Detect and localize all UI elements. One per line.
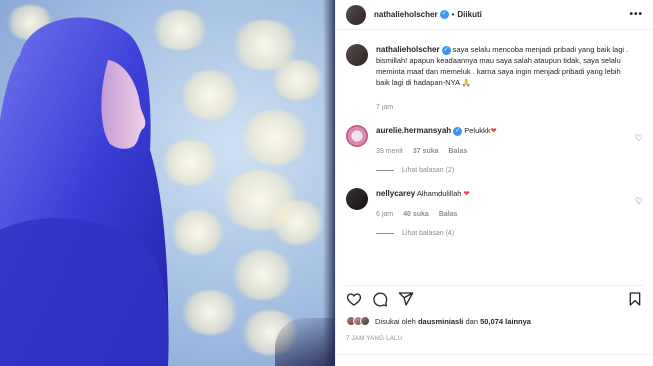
verified-badge-icon: ✓: [453, 126, 463, 136]
red-heart-emoji: ❤: [463, 189, 470, 198]
more-options-icon[interactable]: •••: [629, 9, 643, 20]
comment-meta: 39 menit 37 suka Balas: [376, 148, 621, 155]
post-header: nathalieholscher ✓ • Diikuti •••: [336, 0, 653, 30]
reply-button[interactable]: Balas: [449, 148, 468, 155]
comments-section: nathalieholscher ✓ saya selalu mencoba me…: [336, 30, 653, 284]
likes-conjunction: dan: [465, 316, 478, 326]
commenter-avatar[interactable]: [346, 125, 368, 147]
window-frame-corner: [275, 318, 335, 366]
comment-likes[interactable]: 37 suka: [413, 148, 439, 155]
liker-username[interactable]: dausminiasli: [418, 317, 463, 326]
post-photo[interactable]: [0, 0, 335, 366]
instagram-post-frame: nathalieholscher ✓ • Diikuti ••• nathali…: [0, 0, 653, 366]
comment-text: Alhamdulillah: [416, 189, 462, 198]
jellyfish-glow: [240, 110, 310, 165]
view-replies-link[interactable]: Lihat balasan (2): [376, 167, 643, 174]
liker-avatar: [360, 316, 370, 326]
commenter-username[interactable]: aurelie.hermansyah: [376, 126, 451, 135]
add-comment-bar[interactable]: [336, 354, 653, 366]
commenter-avatar[interactable]: [346, 188, 368, 210]
red-heart-emoji: ❤: [490, 126, 497, 135]
caption-username[interactable]: nathalieholscher: [376, 45, 440, 54]
comment-likes[interactable]: 40 suka: [403, 211, 429, 218]
view-replies-label: Lihat balasan (2): [402, 167, 455, 174]
post-sidebar: nathalieholscher ✓ • Diikuti ••• nathali…: [335, 0, 653, 366]
jellyfish-glow: [230, 250, 295, 300]
caption-time: 7 jam: [376, 104, 394, 111]
comment-body: aurelie.hermansyah ✓ Pelukkk❤ 39 menit 37…: [376, 125, 621, 155]
likes-summary: Disukai oleh dausminiasli dan 50,074 lai…: [346, 316, 531, 326]
verified-badge-icon: ✓: [441, 45, 451, 55]
likes-prefix: Disukai oleh: [375, 316, 416, 326]
comment-item: nellycarey Alhamdulillah ❤ 6 jam 40 suka…: [346, 188, 643, 218]
jellyfish-glow: [270, 60, 325, 100]
view-replies-link[interactable]: Lihat balasan (4): [376, 230, 643, 237]
posted-time: 7 JAM YANG LALU: [346, 336, 403, 342]
commenter-username[interactable]: nellycarey: [376, 189, 415, 198]
author-avatar[interactable]: [346, 4, 366, 25]
post-caption: nathalieholscher ✓ saya selalu mencoba me…: [346, 44, 643, 88]
replies-rule: [376, 170, 394, 171]
like-heart-icon[interactable]: [346, 291, 362, 307]
author-username[interactable]: nathalieholscher: [374, 10, 438, 19]
post-actions-bar: [346, 285, 643, 307]
comment-item: aurelie.hermansyah ✓ Pelukkk❤ 39 menit 37…: [346, 125, 643, 155]
window-frame-edge: [323, 0, 335, 366]
caption-body: nathalieholscher ✓ saya selalu mencoba me…: [376, 44, 636, 88]
likes-text: Disukai oleh dausminiasli dan 50,074 lai…: [375, 317, 531, 326]
share-send-icon[interactable]: [398, 291, 414, 307]
view-replies-label: Lihat balasan (4): [402, 230, 455, 237]
comment-text: Pelukkk: [464, 126, 491, 135]
save-bookmark-icon[interactable]: [627, 291, 643, 307]
verified-badge-icon: ✓: [439, 10, 449, 19]
comment-bubble-icon[interactable]: [372, 291, 388, 307]
caption-avatar[interactable]: [346, 44, 368, 66]
comment-time: 39 menit: [376, 148, 403, 155]
jellyfish-glow: [270, 200, 325, 245]
header-separator: •: [451, 10, 455, 19]
comment-meta: 6 jam 40 suka Balas: [376, 211, 621, 218]
woman-in-hijab-silhouette: [0, 17, 169, 366]
replies-rule: [376, 233, 394, 234]
reply-button[interactable]: Balas: [439, 211, 458, 218]
following-status-button[interactable]: Diikuti: [457, 10, 481, 19]
like-comment-heart-icon[interactable]: ♡: [635, 196, 643, 207]
comment-time: 6 jam: [376, 211, 394, 218]
like-comment-heart-icon[interactable]: ♡: [635, 133, 643, 144]
comment-body: nellycarey Alhamdulillah ❤ 6 jam 40 suka…: [376, 188, 621, 218]
likes-count[interactable]: 50,074 lainnya: [480, 317, 531, 326]
